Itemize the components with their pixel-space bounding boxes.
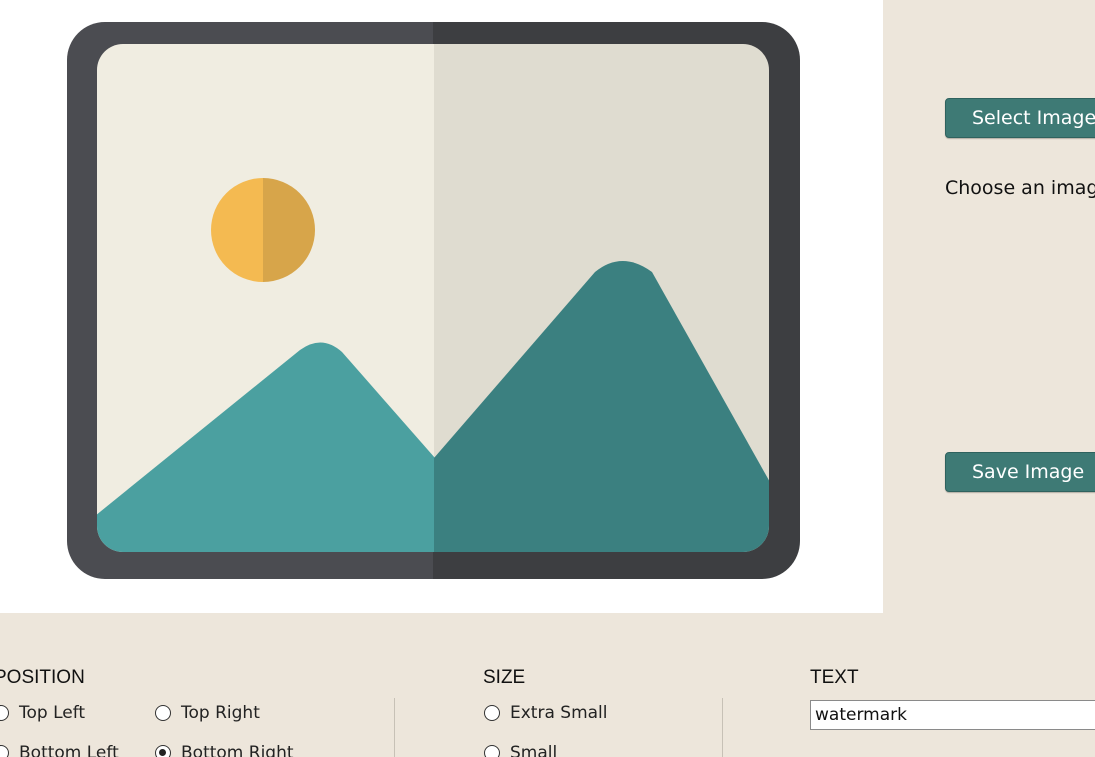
radio-label: Extra Small [510, 703, 608, 723]
radio-small[interactable]: Small [484, 743, 557, 757]
image-placeholder-icon [67, 22, 800, 579]
picture-area [97, 44, 769, 552]
select-image-button[interactable]: Select Image [945, 98, 1095, 138]
section-divider [394, 698, 395, 757]
radio-circle[interactable] [484, 745, 500, 757]
radio-label: Bottom Right [181, 743, 294, 757]
radio-bottom-left[interactable]: Bottom Left [0, 743, 119, 757]
radio-bottom-right[interactable]: Bottom Right [155, 743, 294, 757]
watermark-app: Select Image Choose an image Save Image … [0, 0, 1095, 757]
radio-label: Top Left [19, 703, 86, 723]
radio-top-right[interactable]: Top Right [155, 703, 260, 723]
position-section-title: POSITION [0, 667, 85, 688]
radio-circle[interactable] [0, 745, 9, 757]
radio-top-left[interactable]: Top Left [0, 703, 85, 723]
radio-label: Top Right [181, 703, 260, 723]
image-preview [0, 0, 883, 613]
watermark-text-input[interactable] [810, 700, 1095, 730]
radio-circle[interactable] [155, 705, 171, 721]
radio-label: Bottom Left [19, 743, 119, 757]
radio-extra-small[interactable]: Extra Small [484, 703, 608, 723]
radio-circle[interactable] [0, 705, 9, 721]
choose-image-hint: Choose an image [945, 177, 1095, 199]
text-section-title: TEXT [810, 667, 859, 688]
save-image-button[interactable]: Save Image [945, 452, 1095, 492]
section-divider [722, 698, 723, 757]
radio-circle-selected[interactable] [155, 745, 171, 757]
radio-label: Small [510, 743, 558, 757]
radio-circle[interactable] [484, 705, 500, 721]
size-section-title: SIZE [483, 667, 526, 688]
